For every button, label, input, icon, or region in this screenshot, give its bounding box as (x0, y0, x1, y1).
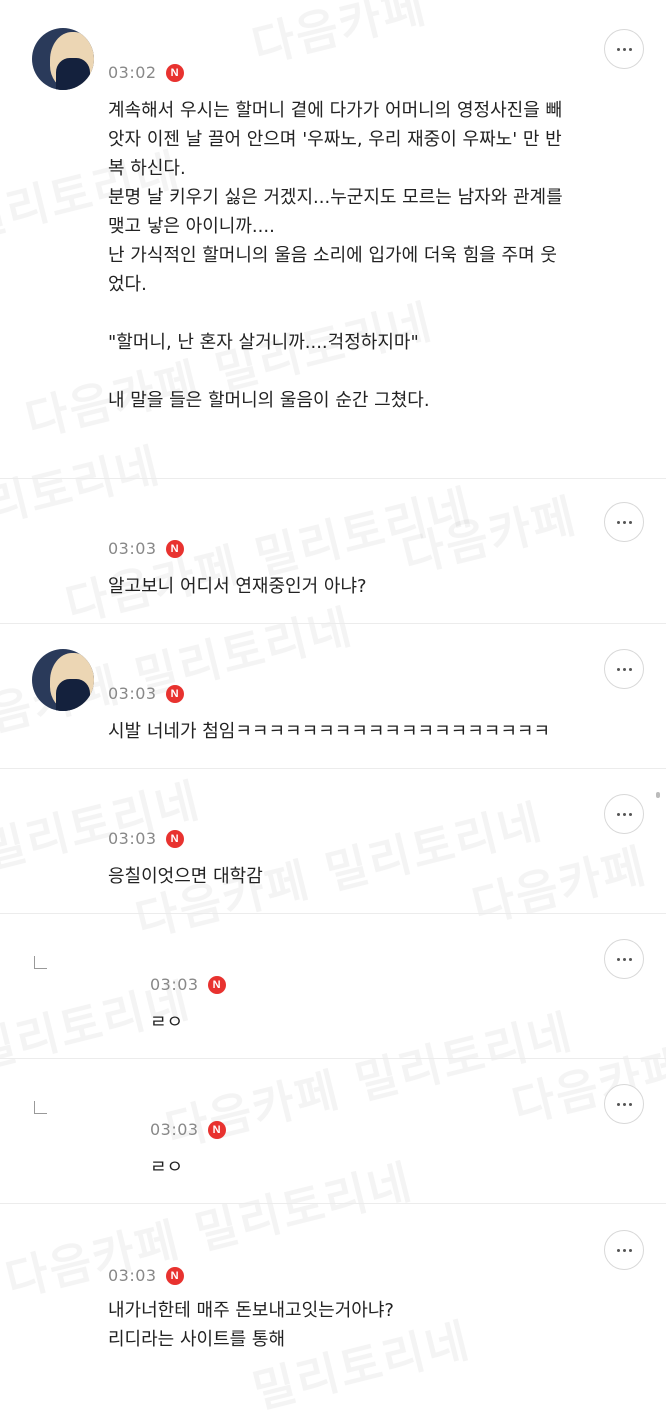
dot-icon (616, 1248, 620, 1252)
comment-text: 시발 너네가 첨임ㅋㅋㅋㅋㅋㅋㅋㅋㅋㅋㅋㅋㅋㅋㅋㅋㅋㅋㅋ (108, 721, 551, 742)
comment-text: ㄹㅇ (150, 1012, 184, 1033)
dot-icon (628, 957, 632, 961)
more-options-button[interactable] (604, 649, 644, 689)
new-badge: N (207, 975, 226, 994)
watermark: 다음카페 (395, 480, 583, 587)
new-badge: N (165, 684, 184, 703)
watermark: 다음카페 (245, 0, 433, 76)
dot-icon (628, 1102, 632, 1106)
new-badge: N (165, 539, 184, 558)
comment-text: 응칠이엇으면 대학감 (108, 866, 263, 887)
new-badge: N (207, 1120, 226, 1139)
more-options-button[interactable] (604, 794, 644, 834)
dot-icon (622, 47, 626, 51)
scrollbar-thumb[interactable] (656, 792, 660, 798)
dot-icon (616, 667, 620, 671)
more-options-button[interactable] (604, 1230, 644, 1270)
comment-time: 03:03 (108, 539, 157, 558)
comment-text: 알고보니 어디서 연재중인거 아냐? (108, 576, 367, 597)
more-options-button[interactable] (604, 939, 644, 979)
reply-arrow-icon (34, 956, 47, 969)
comment-time: 03:03 (108, 1266, 157, 1285)
more-options-button[interactable] (604, 502, 644, 542)
dot-icon (616, 520, 620, 524)
dot-icon (628, 812, 632, 816)
dot-icon (628, 667, 632, 671)
dot-icon (628, 520, 632, 524)
divider (0, 913, 666, 914)
watermark: 다음카페 (505, 1030, 666, 1137)
dot-icon (622, 520, 626, 524)
reply-arrow-icon (34, 1101, 47, 1114)
watermark: 밀리토리네 (0, 429, 166, 547)
divider (0, 623, 666, 624)
dot-icon (616, 812, 620, 816)
comment-time: 03:03 (150, 975, 199, 994)
comment-text: 계속해서 우시는 할머니 곁에 다가가 어머니의 영정사진을 빼 앗자 이젠 날… (108, 100, 563, 411)
comment-text: ㄹㅇ (150, 1157, 184, 1178)
comment-time: 03:03 (108, 684, 157, 703)
comment-time: 03:02 (108, 63, 157, 82)
dot-icon (622, 1248, 626, 1252)
dot-icon (622, 957, 626, 961)
dot-icon (616, 47, 620, 51)
divider (0, 768, 666, 769)
dot-icon (616, 957, 620, 961)
dot-icon (622, 667, 626, 671)
divider (0, 1058, 666, 1059)
divider (0, 1203, 666, 1204)
avatar[interactable] (32, 28, 94, 90)
dot-icon (622, 1102, 626, 1106)
more-options-button[interactable] (604, 1084, 644, 1124)
more-options-button[interactable] (604, 29, 644, 69)
divider (0, 478, 666, 479)
new-badge: N (165, 829, 184, 848)
dot-icon (628, 1248, 632, 1252)
dot-icon (622, 812, 626, 816)
new-badge: N (165, 63, 184, 82)
avatar[interactable] (32, 649, 94, 711)
comment-time: 03:03 (108, 829, 157, 848)
new-badge: N (165, 1266, 184, 1285)
dot-icon (616, 1102, 620, 1106)
dot-icon (628, 47, 632, 51)
comment-time: 03:03 (150, 1120, 199, 1139)
comment-text: 내가너한테 매주 돈보내고잇는거아냐? 리디라는 사이트를 통해 (108, 1300, 394, 1350)
